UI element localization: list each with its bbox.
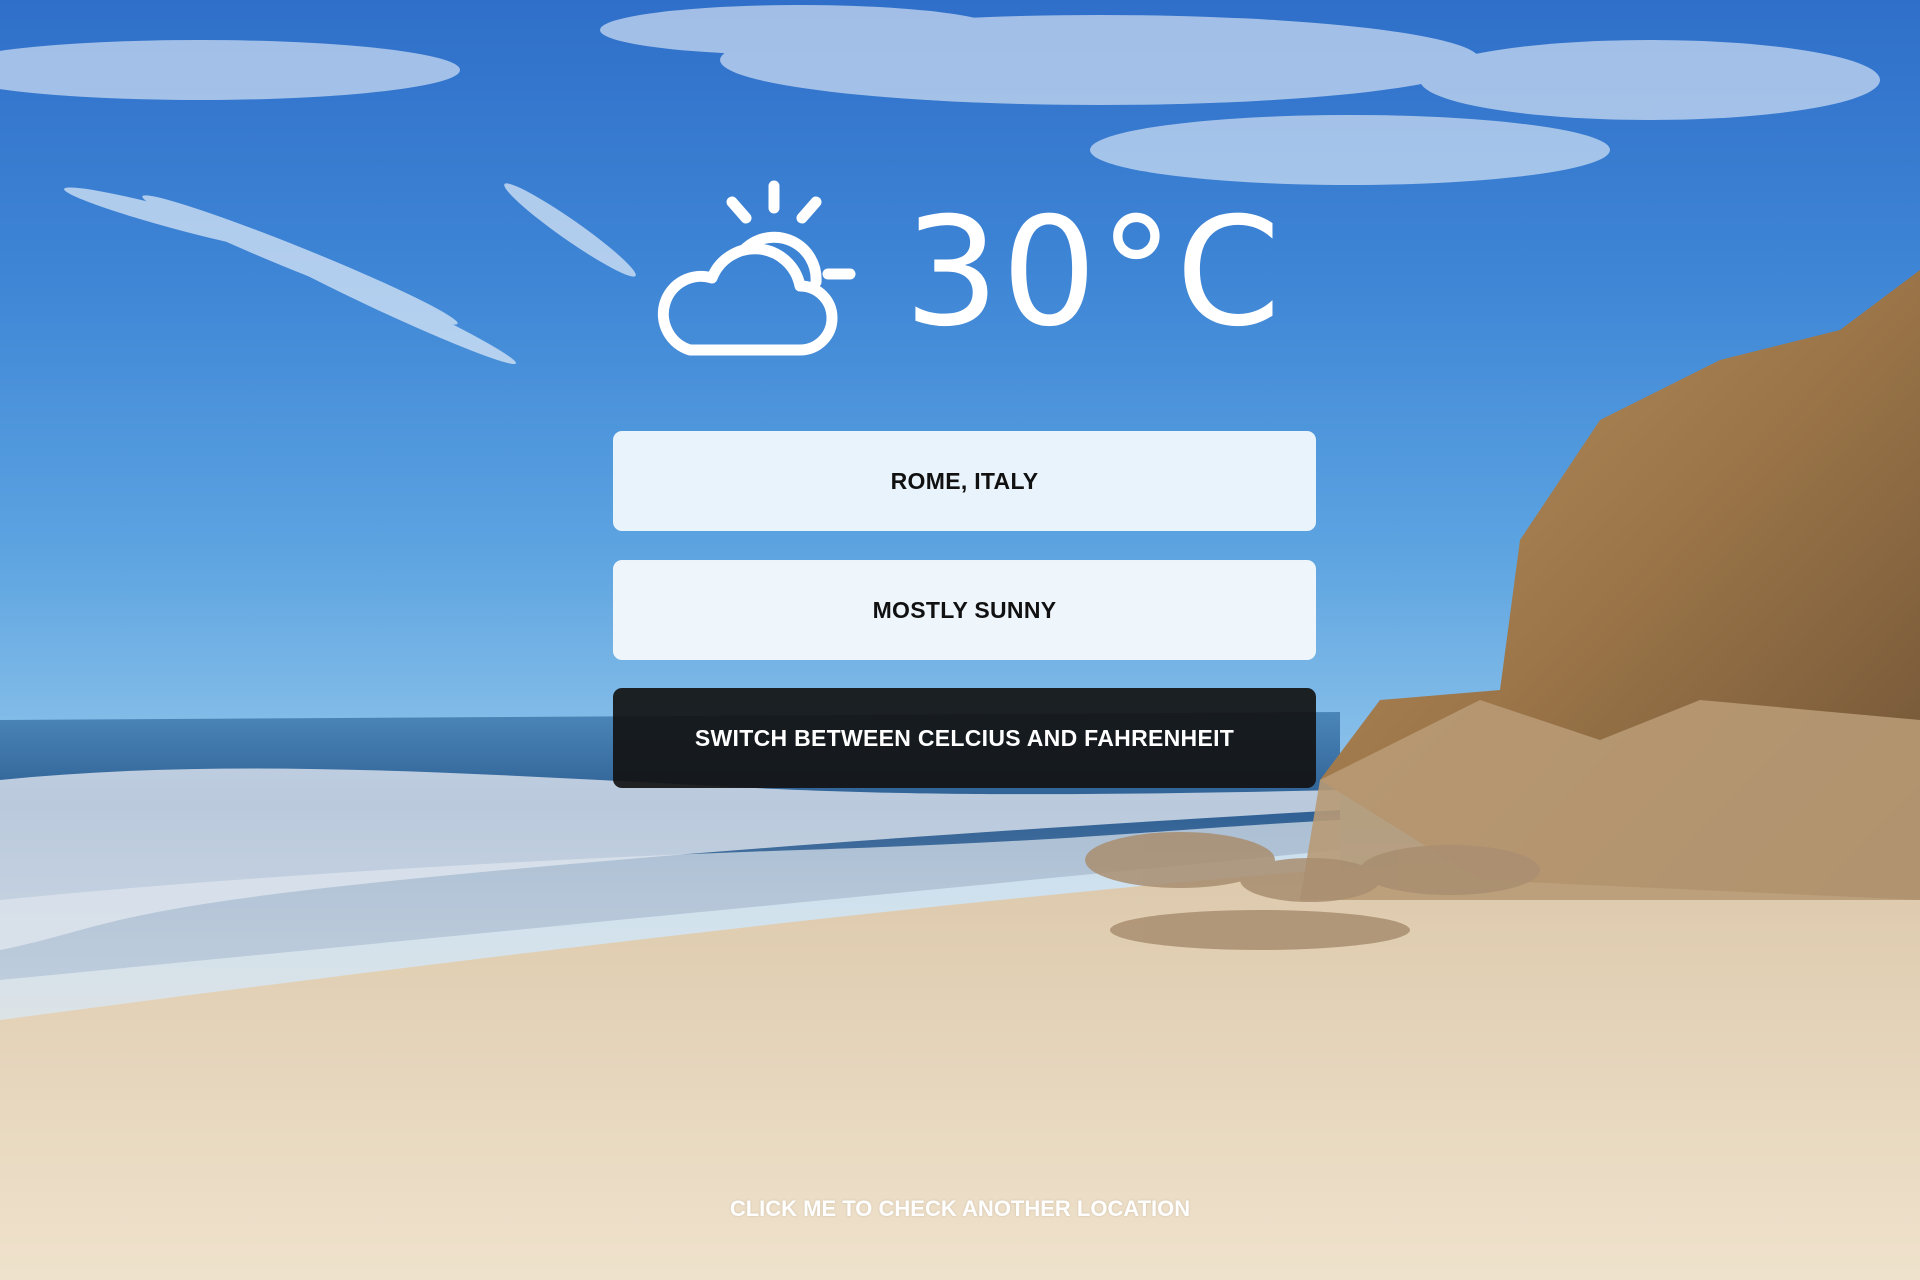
temperature-value: 30°C: [904, 186, 1283, 360]
check-location-link[interactable]: CLICK ME TO CHECK ANOTHER LOCATION: [0, 1196, 1920, 1222]
switch-units-button[interactable]: SWITCH BETWEEN CELCIUS AND FAHRENHEIT: [613, 688, 1316, 788]
condition-display: MOSTLY SUNNY: [613, 560, 1316, 660]
weather-header: 30°C: [650, 178, 1300, 368]
partly-cloudy-icon: [657, 180, 856, 356]
weather-app: 30°C ROME, ITALY MOSTLY SUNNY SWITCH BET…: [0, 0, 1920, 1280]
location-display: ROME, ITALY: [613, 431, 1316, 531]
